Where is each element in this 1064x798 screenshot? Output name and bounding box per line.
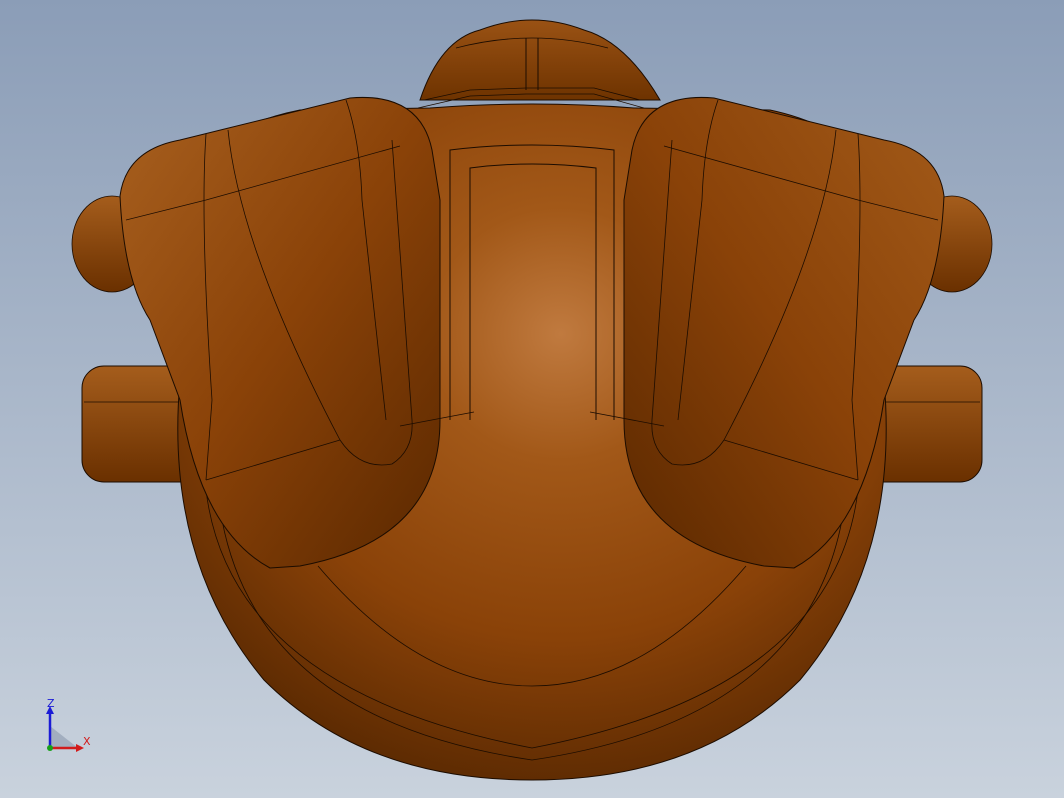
- triad-plane: [50, 726, 78, 748]
- model-view[interactable]: [0, 0, 1064, 798]
- z-axis-label: Z: [47, 697, 55, 710]
- x-axis-label: X: [83, 735, 91, 748]
- 3d-viewport[interactable]: Z X: [0, 0, 1064, 798]
- y-axis: [47, 745, 53, 751]
- orientation-triad: Z X: [38, 696, 98, 756]
